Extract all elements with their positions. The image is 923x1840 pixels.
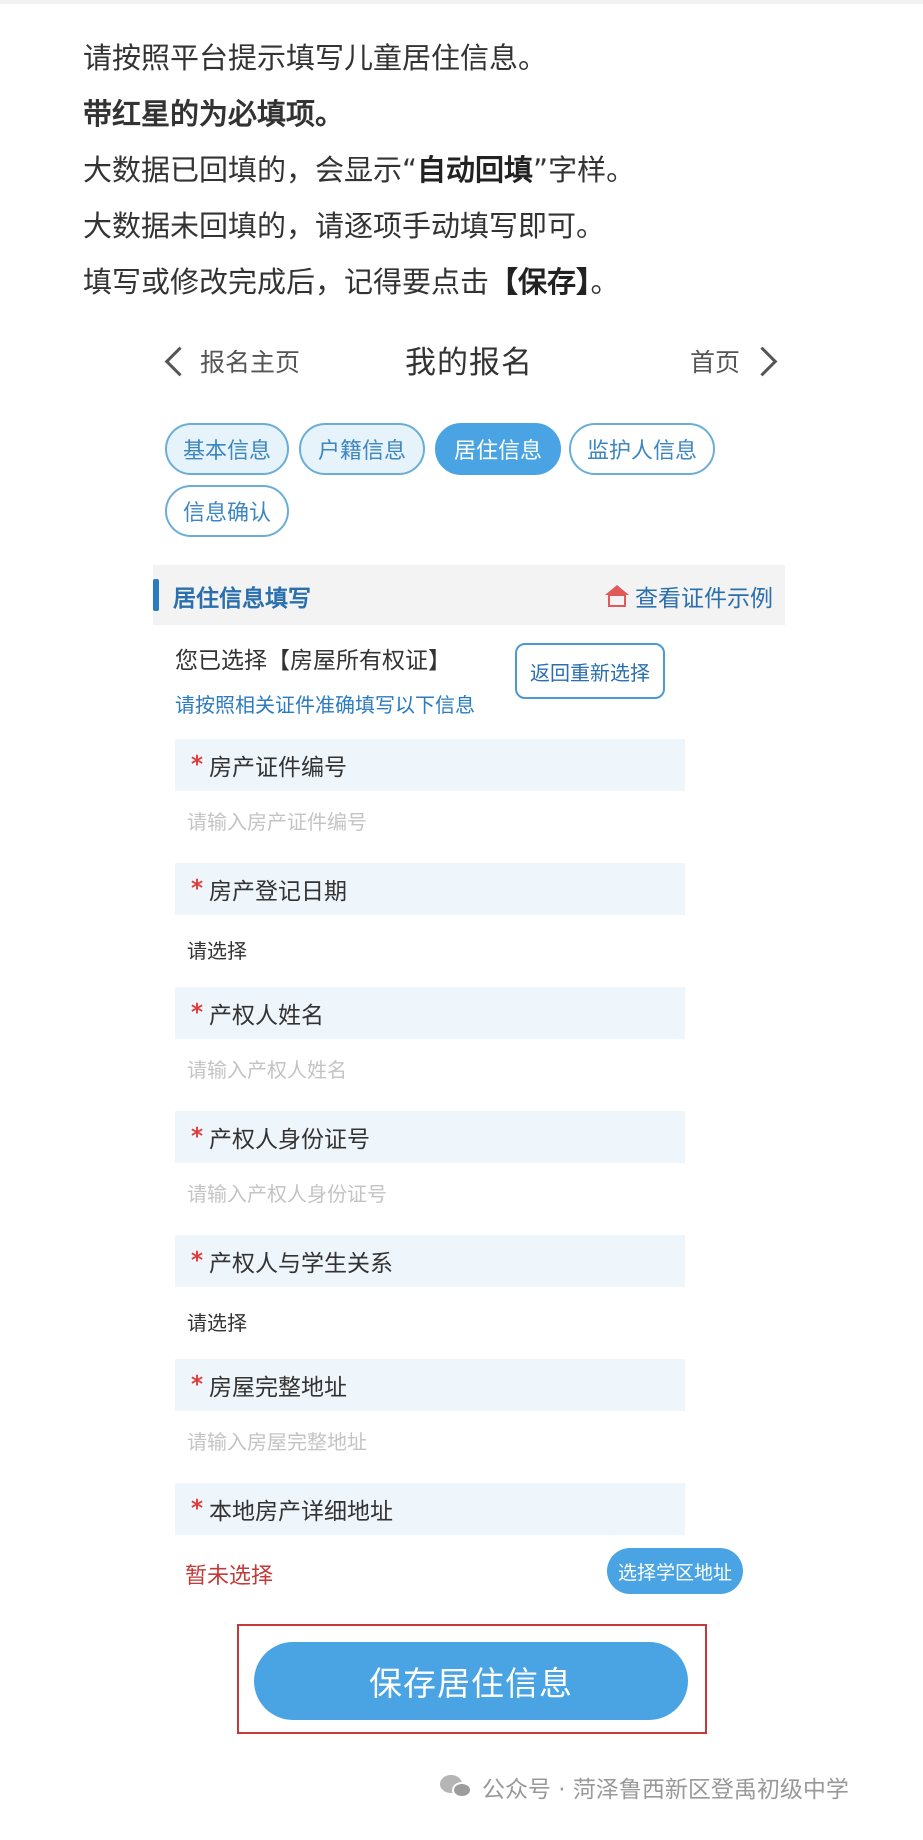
instruction-line-5: 填写或修改完成后，记得要点击【保存】。 bbox=[83, 254, 883, 310]
field-label-text: 产权人与学生关系 bbox=[209, 1251, 394, 1277]
app-screenshot: 报名主页 我的报名 首页 基本信息 户籍信息 居住信息 监护人信息 信息确认 居… bbox=[153, 315, 785, 1615]
auto-fill-keyword: 自动回填 bbox=[417, 153, 534, 187]
chevron-right-icon bbox=[747, 346, 778, 376]
property-registration-date-select[interactable]: 请选择 bbox=[187, 935, 247, 964]
field-label-text: 房产登记日期 bbox=[209, 879, 348, 905]
tab-guardian-info[interactable]: 监护人信息 bbox=[569, 423, 715, 475]
chosen-document-text: 您已选择【房屋所有权证】 bbox=[175, 648, 451, 674]
field-label-owner-name: * 产权人姓名 bbox=[175, 987, 685, 1039]
field-label-local-property-address: * 本地房产详细地址 bbox=[175, 1483, 685, 1535]
select-school-district-button[interactable]: 选择学区地址 bbox=[607, 1548, 743, 1594]
reselect-button[interactable]: 返回重新选择 bbox=[515, 643, 665, 699]
field-label-full-address: * 房屋完整地址 bbox=[175, 1359, 685, 1411]
tab-basic-info[interactable]: 基本信息 bbox=[165, 423, 289, 475]
field-label-owner-student-relation: * 产权人与学生关系 bbox=[175, 1235, 685, 1287]
home-link[interactable]: 首页 bbox=[690, 339, 779, 383]
owner-id-number-input[interactable] bbox=[187, 1171, 677, 1217]
house-icon bbox=[605, 585, 629, 607]
view-document-example-label: 查看证件示例 bbox=[635, 586, 773, 612]
section-title: 居住信息填写 bbox=[173, 586, 311, 612]
save-keyword: 【保存】 bbox=[489, 265, 591, 299]
field-label-text: 本地房产详细地址 bbox=[209, 1499, 394, 1525]
instruction-line-5-c: 。 bbox=[590, 265, 620, 299]
tab-info-confirm[interactable]: 信息确认 bbox=[165, 485, 289, 537]
nav-bar: 报名主页 我的报名 首页 bbox=[153, 315, 785, 405]
field-label-text: 产权人身份证号 bbox=[209, 1127, 371, 1153]
tab-household-registration[interactable]: 户籍信息 bbox=[299, 423, 425, 475]
owner-student-relation-select[interactable]: 请选择 bbox=[187, 1307, 247, 1336]
fill-hint: 请按照相关证件准确填写以下信息 bbox=[175, 693, 475, 717]
section-header: 居住信息填写 查看证件示例 bbox=[153, 565, 785, 625]
property-cert-number-input[interactable] bbox=[187, 799, 677, 845]
full-address-input[interactable] bbox=[187, 1419, 677, 1465]
address-not-selected-status: 暂未选择 bbox=[185, 1564, 274, 1589]
tab-residence-info[interactable]: 居住信息 bbox=[435, 423, 561, 475]
top-divider bbox=[0, 0, 923, 4]
field-label-text: 产权人姓名 bbox=[209, 1003, 325, 1029]
instruction-line-2: 带红星的为必填项。 bbox=[83, 97, 345, 131]
home-label: 首页 bbox=[689, 348, 740, 377]
instruction-text: 请按照平台提示填写儿童居住信息。 带红星的为必填项。 大数据已回填的，会显示“自… bbox=[83, 30, 883, 310]
required-star: * bbox=[191, 1496, 204, 1522]
required-star: * bbox=[191, 1000, 204, 1026]
field-label-text: 房产证件编号 bbox=[209, 755, 348, 781]
required-star: * bbox=[191, 1248, 204, 1274]
owner-name-input[interactable] bbox=[187, 1047, 677, 1093]
instruction-line-1: 请按照平台提示填写儿童居住信息。 bbox=[83, 41, 548, 75]
view-document-example-link[interactable]: 查看证件示例 bbox=[605, 579, 773, 613]
instruction-line-3-c: ”字样。 bbox=[533, 153, 636, 187]
footer-attribution: 公众号 · 菏泽鲁西新区登禹初级中学 bbox=[440, 1770, 849, 1804]
required-star: * bbox=[191, 1372, 204, 1398]
instruction-line-3-a: 大数据已回填的，会显示“ bbox=[83, 153, 418, 187]
field-label-text: 房屋完整地址 bbox=[209, 1375, 348, 1401]
required-star: * bbox=[191, 1124, 204, 1150]
instruction-line-4: 大数据未回填的，请逐项手动填写即可。 bbox=[83, 209, 606, 243]
section-accent-bar bbox=[153, 579, 159, 611]
footer-text: 公众号 · 菏泽鲁西新区登禹初级中学 bbox=[482, 1777, 849, 1803]
save-residence-info-button[interactable]: 保存居住信息 bbox=[254, 1642, 688, 1720]
required-star: * bbox=[191, 876, 204, 902]
instruction-line-5-a: 填写或修改完成后，记得要点击 bbox=[83, 265, 490, 299]
field-label-owner-id-number: * 产权人身份证号 bbox=[175, 1111, 685, 1163]
field-label-property-cert-number: * 房产证件编号 bbox=[175, 739, 685, 791]
required-star: * bbox=[191, 752, 204, 778]
field-label-property-registration-date: * 房产登记日期 bbox=[175, 863, 685, 915]
instruction-line-3: 大数据已回填的，会显示“自动回填”字样。 bbox=[83, 142, 883, 198]
wechat-icon bbox=[440, 1775, 474, 1799]
